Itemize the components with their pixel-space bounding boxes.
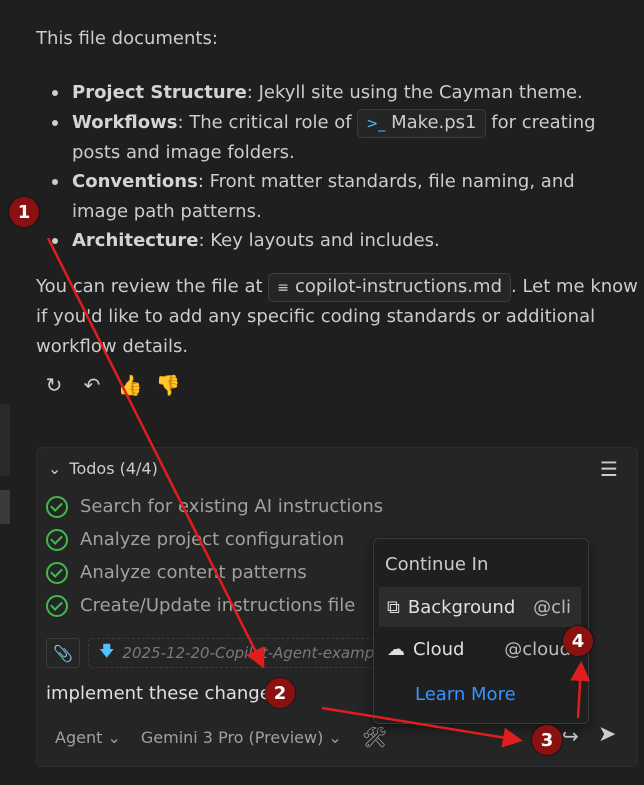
marker-3: 3 <box>532 725 562 755</box>
marker-4: 4 <box>563 626 593 656</box>
annotation-arrows <box>46 237 591 748</box>
arrow-3 <box>570 661 591 719</box>
marker-2: 2 <box>265 678 295 708</box>
arrow-2 <box>321 706 523 748</box>
arrow-1 <box>46 237 265 669</box>
marker-1: 1 <box>9 197 39 227</box>
